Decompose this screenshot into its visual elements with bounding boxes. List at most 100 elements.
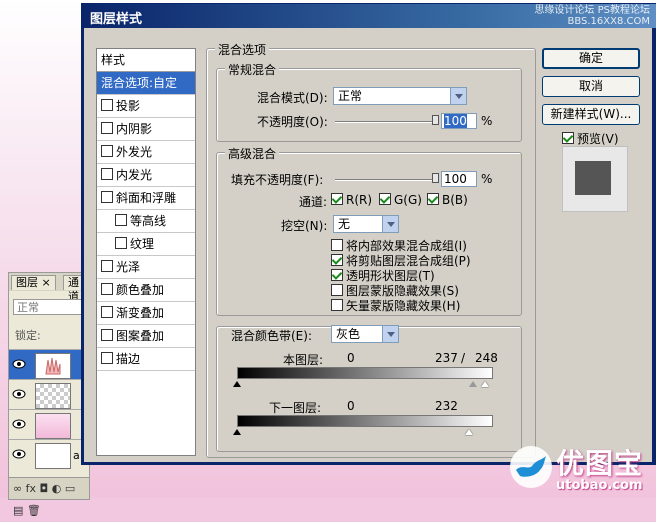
style-item[interactable]: 描边 [97,348,195,371]
style-item-label: 光泽 [116,260,141,274]
blend-if-select[interactable]: 灰色 [331,325,399,343]
layer-row[interactable] [9,379,89,410]
style-checkbox[interactable] [101,352,113,364]
under-layer-gradient [237,415,493,427]
layer-thumbnail [35,383,71,409]
dialog-titlebar[interactable]: 图层样式 思缘设计论坛 PS教程论坛 BBS.16XX8.COM [82,4,656,28]
logo-text: 优图宝 [556,447,644,480]
this-layer-high-slider-left[interactable] [469,381,477,387]
layer-row[interactable] [9,349,89,380]
style-checkbox[interactable] [101,283,113,295]
under-layer-label: 下一图层: [269,401,322,415]
style-checkbox[interactable] [101,260,113,272]
style-checkbox[interactable] [101,145,113,157]
style-item-label: 内阴影 [116,122,153,136]
fill-opacity-label: 填充不透明度(F): [231,173,324,187]
style-checkbox[interactable] [115,237,127,249]
fill-opacity-slider-thumb[interactable] [432,173,439,183]
layers-panel: 图层 × 通道 正常 锁定: a ∞ fx ◘ ◐ ▭ ▤ 🗑 [8,272,90,517]
ok-button[interactable]: 确定 [542,48,640,69]
style-item[interactable]: 投影 [97,95,195,118]
blending-options-title: 混合选项 [215,41,270,58]
this-layer-low: 0 [347,351,355,365]
style-checkbox[interactable] [101,122,113,134]
style-checkbox[interactable] [101,168,113,180]
style-item[interactable]: 纹理 [97,233,195,256]
style-preview [562,146,628,212]
style-checkbox[interactable] [115,214,127,226]
close-icon[interactable]: × [42,276,51,289]
style-item-label: 外发光 [116,145,153,159]
style-checkbox[interactable] [101,99,113,111]
tab-layers[interactable]: 图层 × [11,275,56,290]
blend-if-group: 混合颜色带(E): 灰色 本图层: 0 237 / 248 下一图层: 0 23… [216,325,522,452]
this-layer-high: 237 [435,351,458,365]
style-item[interactable]: 斜面和浮雕 [97,187,195,210]
under-layer-low: 0 [347,399,355,413]
style-checkbox[interactable] [101,306,113,318]
eye-icon[interactable] [12,388,26,400]
fill-opacity-slider[interactable] [335,179,439,180]
opacity-input[interactable]: 100 [441,113,477,129]
layer-row[interactable]: a [9,439,89,470]
this-layer-high-slider-right[interactable] [481,381,489,387]
blend-if-label: 混合颜色带(E): [231,329,312,343]
bird-logo-icon [510,446,552,488]
style-item[interactable]: 内阴影 [97,118,195,141]
style-checkbox[interactable] [101,329,113,341]
eye-icon[interactable] [12,448,26,460]
eye-icon[interactable] [12,358,26,370]
channel-b-checkbox[interactable]: B(B) [427,193,468,207]
style-item-label: 颜色叠加 [116,283,165,297]
chevron-down-icon [450,88,466,104]
cancel-button[interactable]: 取消 [542,76,640,97]
style-item[interactable]: 图案叠加 [97,325,195,348]
style-item-label: 描边 [116,352,141,366]
style-item-label: 内发光 [116,168,153,182]
style-item[interactable]: 渐变叠加 [97,302,195,325]
channel-r-checkbox[interactable]: R(R) [331,193,372,207]
general-blending-title: 常规混合 [225,61,280,78]
style-item-label: 渐变叠加 [116,306,165,320]
advanced-blending-title: 高级混合 [225,145,280,162]
style-item-label: 等高线 [130,214,167,228]
under-layer-high-slider[interactable] [465,429,473,435]
style-item[interactable]: 外发光 [97,141,195,164]
style-checkbox[interactable] [101,191,113,203]
layer-blend-mode[interactable]: 正常 [13,299,85,315]
advanced-option-checkbox[interactable]: 矢量蒙版隐藏效果(H) [331,297,460,314]
logo-url: utobao.com [556,478,643,493]
eye-icon[interactable] [12,418,26,430]
under-layer-low-slider[interactable] [233,429,241,435]
style-item[interactable]: 光泽 [97,256,195,279]
layer-row[interactable] [9,409,89,440]
chevron-down-icon [382,216,398,232]
style-item-label: 纹理 [130,237,155,251]
styles-list: 样式 混合选项:自定 投影 内阴影 外发光 内发光 斜面和浮雕 等高线 纹理 光泽 颜色叠加 渐变叠… [96,48,196,456]
fill-opacity-input[interactable]: 100 [441,171,477,187]
site-logo: 优图宝 utobao.com [500,440,656,498]
knockout-select[interactable]: 无 [333,215,399,233]
layers-footer-toolbar[interactable]: ∞ fx ◘ ◐ ▭ ▤ 🗑 [9,477,89,517]
layer-name: a [73,449,80,462]
style-item[interactable]: 混合选项:自定 [97,72,195,95]
this-layer-high2: 248 [475,351,498,365]
general-blending-group: 常规混合 混合模式(D): 正常 不透明度(O): 100 % [216,61,522,142]
blend-mode-select[interactable]: 正常 [333,87,467,105]
new-style-button[interactable]: 新建样式(W)... [542,104,640,125]
channel-g-checkbox[interactable]: G(G) [379,193,422,207]
this-layer-low-slider[interactable] [233,381,241,387]
style-item[interactable]: 等高线 [97,210,195,233]
style-item-label: 投影 [116,99,141,113]
style-item[interactable]: 内发光 [97,164,195,187]
preview-checkbox[interactable]: 预览(V) [562,130,619,147]
fill-opacity-percent: % [481,172,493,186]
dialog-client: 样式 混合选项:自定 投影 内阴影 外发光 内发光 斜面和浮雕 等高线 纹理 光泽 颜色叠加 渐变叠… [84,28,652,462]
style-item[interactable]: 颜色叠加 [97,279,195,302]
knockout-label: 挖空(N): [281,219,328,233]
opacity-slider-thumb[interactable] [432,115,439,125]
layer-thumbnail [35,443,71,469]
channels-label: 通道: [299,195,328,209]
opacity-slider[interactable] [335,121,439,122]
this-layer-separator: / [461,351,466,365]
